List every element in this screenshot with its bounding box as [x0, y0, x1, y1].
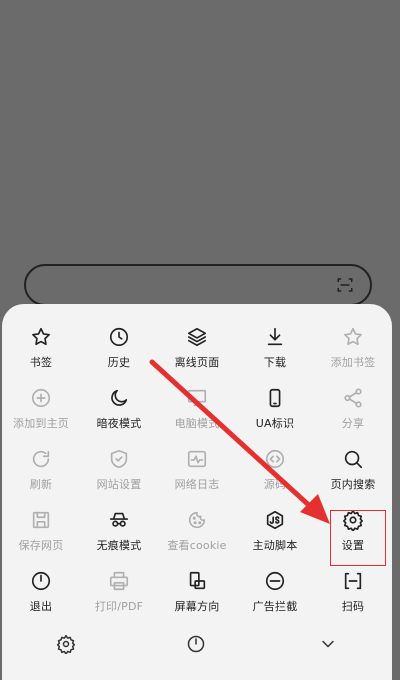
menu-item[interactable]: 网络日志 — [158, 446, 236, 507]
code-icon — [264, 448, 286, 470]
menu-item-label: 广告拦截 — [252, 600, 298, 613]
menu-item-label: 保存网页 — [18, 539, 64, 552]
menu-item[interactable]: 查看cookie — [158, 507, 236, 568]
menu-item[interactable]: 刷新 — [2, 446, 80, 507]
menu-item[interactable]: 电脑模式 — [158, 385, 236, 446]
bottom-bar — [2, 634, 392, 664]
power-icon[interactable] — [186, 634, 206, 658]
menu-item[interactable]: 主动脚本 — [236, 507, 314, 568]
menu-item[interactable]: 离线页面 — [158, 324, 236, 385]
shield-icon — [108, 448, 130, 470]
menu-item-label: 扫码 — [341, 600, 365, 613]
save-icon — [30, 509, 52, 531]
monitor-icon — [186, 387, 208, 409]
power-icon — [30, 570, 52, 592]
menu-item-label: 网站设置 — [96, 478, 142, 491]
menu-item-label: 刷新 — [29, 478, 53, 491]
scan-icon[interactable] — [336, 276, 354, 298]
menu-item[interactable]: 打印/PDF — [80, 568, 158, 629]
menu-item[interactable]: 页内搜索 — [314, 446, 392, 507]
layers-icon — [186, 326, 208, 348]
menu-item[interactable]: 书签 — [2, 324, 80, 385]
address-bar[interactable] — [24, 264, 372, 306]
menu-item-label: 源码 — [263, 478, 287, 491]
menu-item-label: 主动脚本 — [252, 539, 298, 552]
menu-item-label: 退出 — [29, 600, 53, 613]
menu-item-label: 屏幕方向 — [174, 600, 220, 613]
menu-item-label: 电脑模式 — [174, 417, 220, 430]
menu-item[interactable]: 广告拦截 — [236, 568, 314, 629]
phone-icon — [264, 387, 286, 409]
menu-item[interactable]: 暗夜模式 — [80, 385, 158, 446]
menu-item-label: 历史 — [107, 356, 131, 369]
activity-icon — [186, 448, 208, 470]
plus-circle-icon — [30, 387, 52, 409]
menu-item[interactable]: UA标识 — [236, 385, 314, 446]
incognito-icon — [108, 509, 130, 531]
clock-icon — [108, 326, 130, 348]
star-icon — [342, 326, 364, 348]
menu-sheet: 书签 历史 离线页面 下载 添加书签添加到主页 暗夜模式 电脑模式 UA标识 分享刷新 网站设置 网… — [2, 304, 392, 680]
star-icon — [30, 326, 52, 348]
menu-item[interactable]: 退出 — [2, 568, 80, 629]
menu-item-label: 网络日志 — [174, 478, 220, 491]
menu-item-label: 页内搜索 — [330, 478, 376, 491]
menu-item-label: 下载 — [263, 356, 287, 369]
scan-icon — [342, 570, 364, 592]
menu-item[interactable]: 屏幕方向 — [158, 568, 236, 629]
menu-item[interactable]: 扫码 — [314, 568, 392, 629]
menu-item-label: 查看cookie — [167, 539, 227, 552]
menu-item[interactable]: 网站设置 — [80, 446, 158, 507]
gear-icon[interactable] — [56, 634, 76, 658]
menu-item-label: 添加到主页 — [13, 417, 69, 430]
download-icon — [264, 326, 286, 348]
printer-icon — [108, 570, 130, 592]
menu-item-label: 分享 — [341, 417, 365, 430]
menu-item-label: 暗夜模式 — [96, 417, 142, 430]
menu-item-label: 无痕模式 — [96, 539, 142, 552]
search-icon — [342, 448, 364, 470]
rotate-icon — [186, 570, 208, 592]
settings-highlight-box — [330, 510, 386, 566]
menu-item[interactable]: 分享 — [314, 385, 392, 446]
script-icon — [264, 509, 286, 531]
menu-grid: 书签 历史 离线页面 下载 添加书签添加到主页 暗夜模式 电脑模式 UA标识 分享刷新 网站设置 网… — [2, 324, 392, 629]
share-icon — [342, 387, 364, 409]
menu-item[interactable]: 历史 — [80, 324, 158, 385]
menu-item-label: 添加书签 — [330, 356, 376, 369]
chevron-down-icon[interactable] — [318, 634, 338, 658]
refresh-icon — [30, 448, 52, 470]
block-icon — [264, 570, 286, 592]
menu-item-label: 书签 — [29, 356, 53, 369]
menu-item-label: 离线页面 — [174, 356, 220, 369]
cookie-icon — [186, 509, 208, 531]
menu-item[interactable]: 无痕模式 — [80, 507, 158, 568]
menu-item[interactable]: 源码 — [236, 446, 314, 507]
menu-item[interactable]: 下载 — [236, 324, 314, 385]
moon-icon — [108, 387, 130, 409]
menu-item-label: 打印/PDF — [94, 600, 144, 613]
menu-item[interactable]: 添加书签 — [314, 324, 392, 385]
menu-item[interactable]: 添加到主页 — [2, 385, 80, 446]
menu-item[interactable]: 保存网页 — [2, 507, 80, 568]
menu-item-label: UA标识 — [255, 417, 295, 430]
